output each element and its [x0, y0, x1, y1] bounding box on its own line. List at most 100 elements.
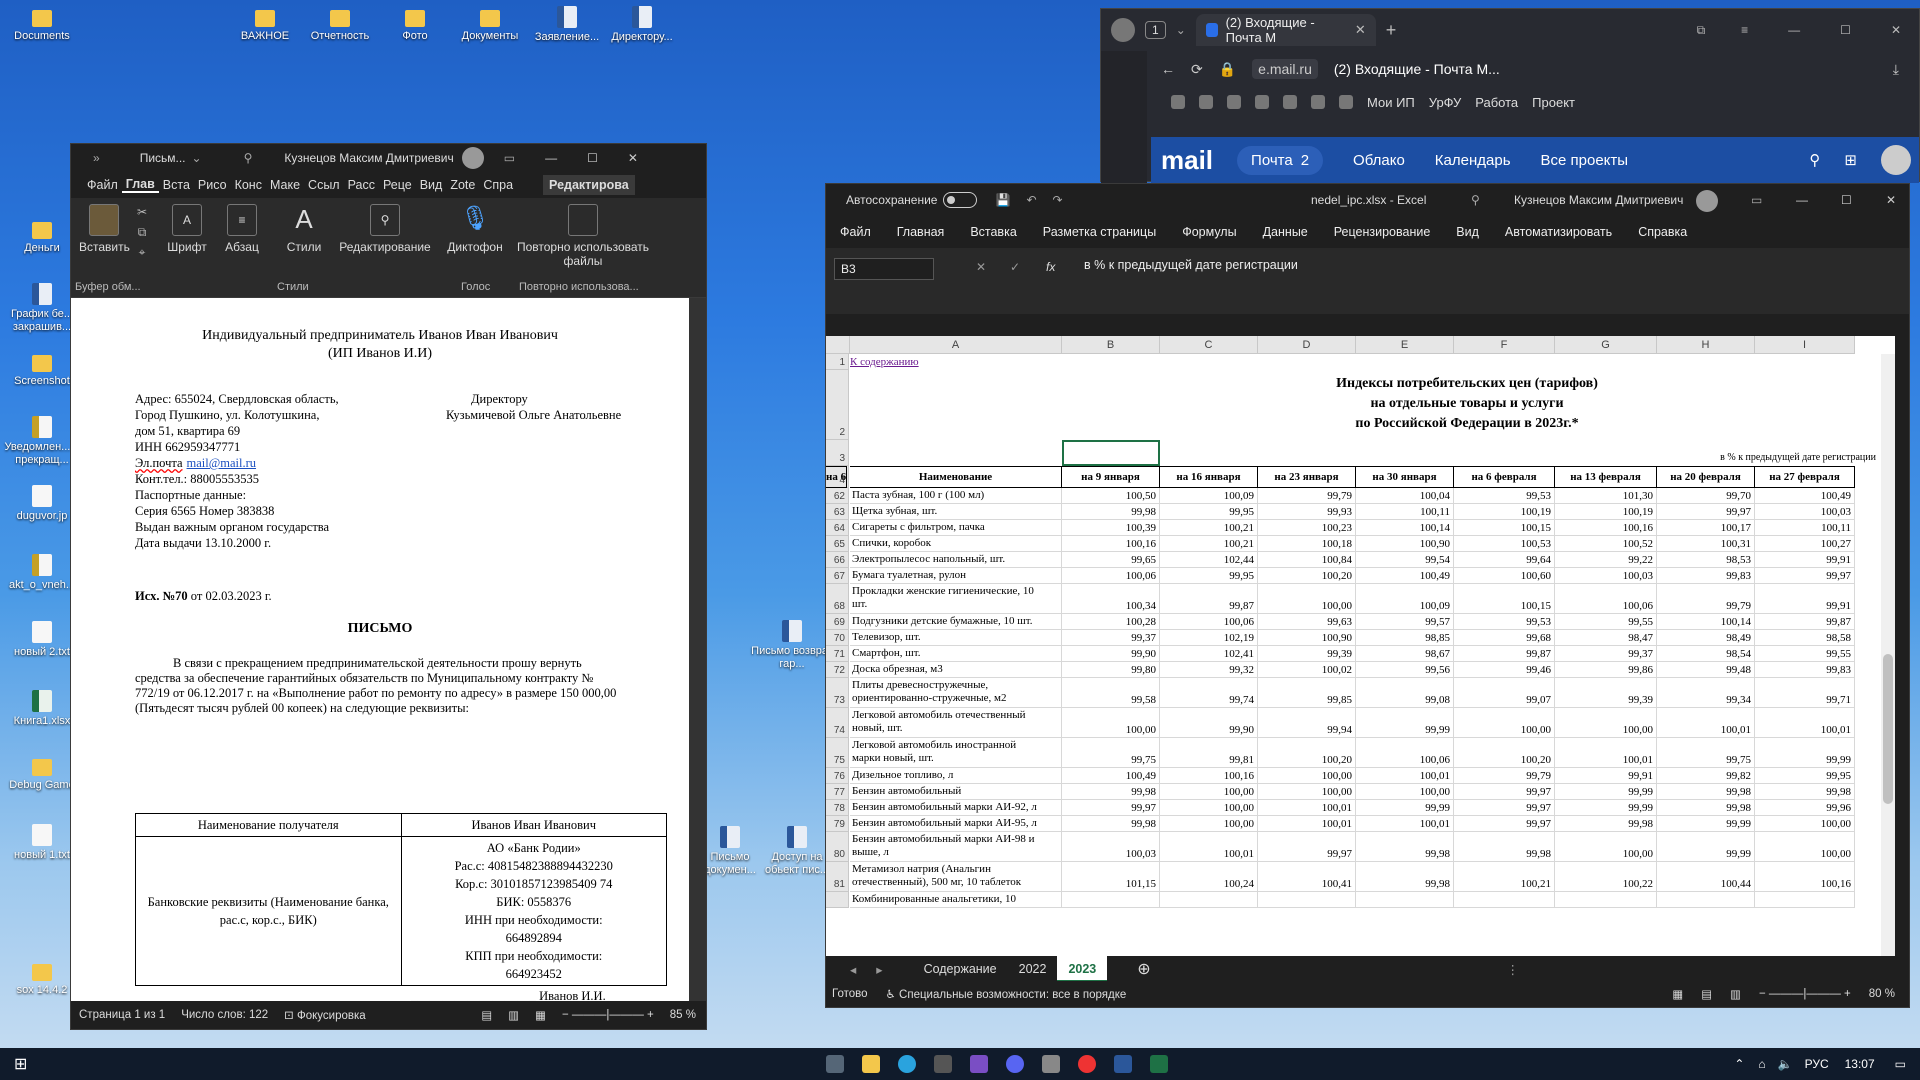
value-cell[interactable]: 99,97	[1062, 800, 1160, 816]
value-cell[interactable]: 99,75	[1062, 738, 1160, 768]
excel-tab[interactable]: Формулы	[1182, 225, 1236, 239]
column-title-cell[interactable]: на 6 февраля	[1454, 466, 1555, 488]
more-icon[interactable]: ⋮	[1507, 962, 1520, 977]
value-cell[interactable]	[1657, 892, 1755, 908]
column-header[interactable]: C	[1160, 336, 1258, 354]
volume-icon[interactable]: 🔈	[1778, 1057, 1793, 1071]
focus-button[interactable]: ⊡ Фокусировка	[284, 1008, 366, 1022]
search-icon[interactable]: ⚲	[244, 151, 253, 165]
value-cell[interactable]: 99,98	[1062, 504, 1160, 520]
url-page-title[interactable]: (2) Входящие - Почта М...	[1334, 61, 1500, 77]
styles-button[interactable]: A Стили	[279, 204, 329, 254]
row-header[interactable]: 62	[826, 488, 849, 504]
value-cell[interactable]: 99,75	[1657, 738, 1755, 768]
row-header[interactable]: 69	[826, 614, 849, 630]
zoom-level[interactable]: 85 %	[670, 1009, 696, 1021]
value-cell[interactable]: 100,20	[1258, 568, 1356, 584]
value-cell[interactable]: 99,80	[1062, 662, 1160, 678]
address-bar[interactable]: ← ⟳ 🔒 e.mail.ru (2) Входящие - Почта М..…	[1101, 51, 1919, 87]
web-layout-icon[interactable]: ▦	[535, 1008, 546, 1022]
value-cell[interactable]: 100,16	[1555, 520, 1657, 536]
item-name-cell[interactable]: Комбинированные анальгетики, 10	[850, 892, 1062, 908]
gmail-icon[interactable]	[1171, 95, 1185, 109]
avatar[interactable]	[1881, 145, 1911, 175]
excel-tab[interactable]: Данные	[1263, 225, 1308, 239]
confirm-icon[interactable]: ✓	[1010, 260, 1020, 274]
ribbon-display-icon[interactable]: ▭	[1751, 193, 1762, 207]
value-cell[interactable]: 99,94	[1258, 708, 1356, 738]
value-cell[interactable]: 101,15	[1062, 862, 1160, 892]
value-cell[interactable]: 100,11	[1755, 520, 1855, 536]
value-cell[interactable]: 100,52	[1555, 536, 1657, 552]
quick-access-more-icon[interactable]: »	[93, 151, 100, 165]
desktop-icon[interactable]: Отчетность	[298, 6, 382, 43]
bookmark-folder[interactable]: Работа	[1475, 95, 1518, 110]
value-cell[interactable]: 99,79	[1258, 488, 1356, 504]
value-cell[interactable]: 99,87	[1454, 646, 1555, 662]
value-cell[interactable]: 99,91	[1755, 584, 1855, 614]
value-cell[interactable]: 100,53	[1454, 536, 1555, 552]
search-icon[interactable]: ⚲	[1809, 151, 1820, 169]
value-cell[interactable]: 100,31	[1657, 536, 1755, 552]
word-tab[interactable]: Спра	[479, 178, 517, 192]
sheet-tab[interactable]: 2022	[1008, 956, 1058, 982]
column-header[interactable]: I	[1755, 336, 1855, 354]
word-tab[interactable]: Рисо	[194, 178, 231, 192]
mail-nav-item[interactable]: Все проекты	[1541, 152, 1629, 169]
value-cell[interactable]: 99,97	[1454, 784, 1555, 800]
value-cell[interactable]: 100,28	[1062, 614, 1160, 630]
back-icon[interactable]: ←	[1161, 61, 1175, 77]
excel-tab[interactable]: Вставка	[970, 225, 1016, 239]
bookmark-folder[interactable]: УрФУ	[1429, 95, 1461, 110]
value-cell[interactable]: 100,01	[1258, 800, 1356, 816]
row-header[interactable]	[826, 892, 849, 908]
value-cell[interactable]: 99,98	[1454, 832, 1555, 862]
row-header[interactable]: 2	[826, 370, 849, 440]
row-header[interactable]: 65	[826, 536, 849, 552]
value-cell[interactable]: 99,46	[1454, 662, 1555, 678]
ribbon-display-icon[interactable]: ▭	[504, 151, 515, 165]
value-cell[interactable]: 99,32	[1160, 662, 1258, 678]
value-cell[interactable]: 99,97	[1454, 816, 1555, 832]
value-cell[interactable]: 99,53	[1454, 488, 1555, 504]
value-cell[interactable]: 99,97	[1755, 568, 1855, 584]
minimize-button[interactable]: —	[1788, 23, 1800, 37]
zoom-slider[interactable]: − ———|——— +	[1759, 988, 1851, 1000]
excel-taskbar-icon[interactable]	[1144, 1049, 1174, 1079]
column-title-cell[interactable]: на 16 января	[1160, 466, 1258, 488]
word-tab[interactable]: Расс	[344, 178, 379, 192]
spreadsheet-grid[interactable]: ABCDEFGHI 1К содержанию 2 Индексы потребите…	[826, 336, 1895, 956]
value-cell[interactable]: 100,04	[1356, 488, 1454, 504]
email-link[interactable]: mail@mail.ru	[187, 456, 256, 470]
value-cell[interactable]: 98,58	[1755, 630, 1855, 646]
reuse-files-button[interactable]: Повторно использовать файлы	[513, 204, 653, 268]
value-cell[interactable]: 99,63	[1258, 614, 1356, 630]
value-cell[interactable]: 99,55	[1555, 614, 1657, 630]
value-cell[interactable]: 99,99	[1356, 800, 1454, 816]
print-layout-icon[interactable]: ▥	[508, 1008, 519, 1022]
value-cell[interactable]	[1062, 892, 1160, 908]
value-cell[interactable]: 98,47	[1555, 630, 1657, 646]
row-header[interactable]: 76	[826, 768, 849, 784]
row-header[interactable]: 74	[826, 708, 849, 738]
column-title-cell[interactable]: на 13 февраля	[1555, 466, 1657, 488]
menu-icon[interactable]: ≡	[1741, 23, 1748, 37]
value-cell[interactable]: 99,70	[1657, 488, 1755, 504]
value-cell[interactable]: 100,16	[1160, 768, 1258, 784]
mail-nav-item[interactable]: Почта 2	[1237, 145, 1324, 175]
value-cell[interactable]: 100,00	[1258, 768, 1356, 784]
excel-tab[interactable]: Рецензирование	[1334, 225, 1431, 239]
excel-tab[interactable]: Главная	[897, 225, 945, 239]
name-box[interactable]: B3	[834, 258, 934, 280]
value-cell[interactable]	[1454, 892, 1555, 908]
value-cell[interactable]: 99,53	[1454, 614, 1555, 630]
value-cell[interactable]: 99,37	[1555, 646, 1657, 662]
column-header[interactable]: H	[1657, 336, 1755, 354]
row-header[interactable]: 73	[826, 678, 849, 708]
column-header[interactable]: E	[1356, 336, 1454, 354]
item-name-cell[interactable]: Дизельное топливо, л	[850, 768, 1062, 784]
excel-tab[interactable]: Автоматизировать	[1505, 225, 1612, 239]
value-cell[interactable]: 99,58	[1062, 678, 1160, 708]
select-all-corner[interactable]	[826, 336, 850, 354]
value-cell[interactable]: 99,74	[1160, 678, 1258, 708]
